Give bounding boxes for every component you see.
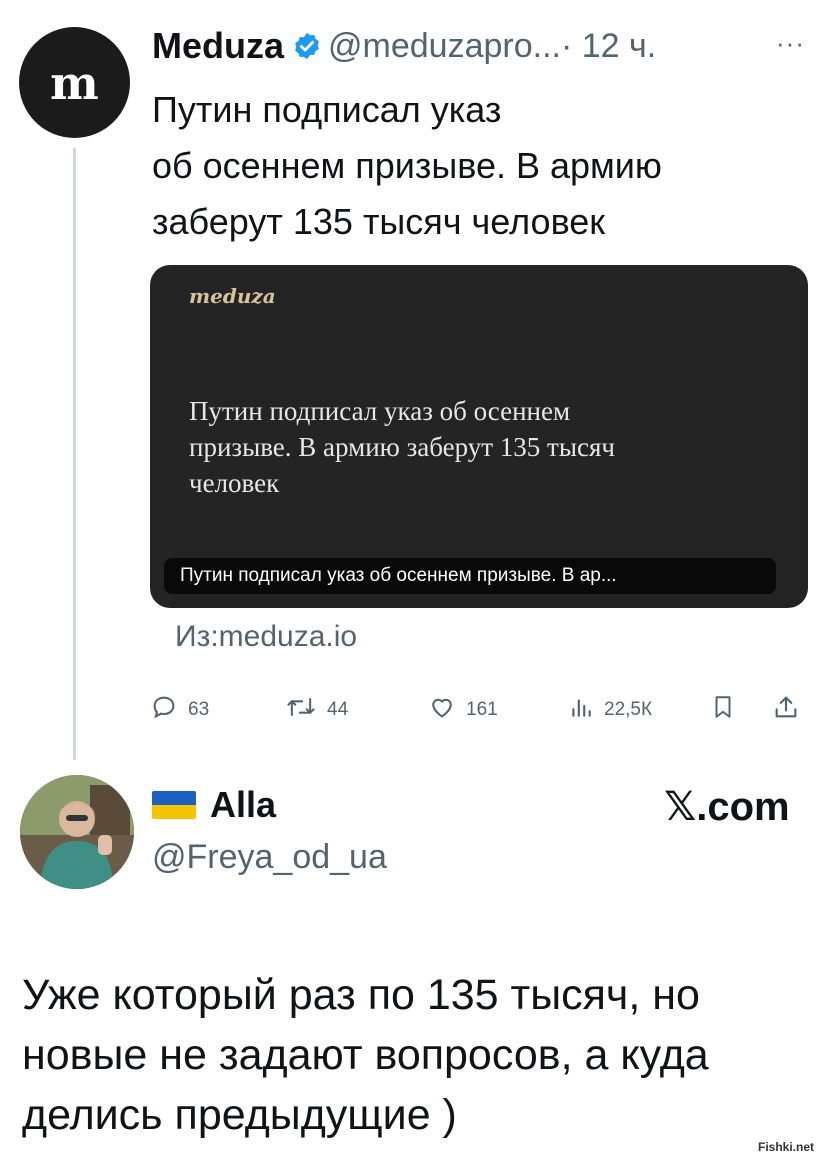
card-publisher-logo: meduza xyxy=(189,284,276,308)
card-headline-line: Путин подписал указ об осеннем xyxy=(189,396,571,426)
reply-button[interactable]: 63 xyxy=(150,690,209,730)
bar-chart-icon xyxy=(568,693,604,727)
watermark: Fishki.net xyxy=(758,1140,815,1154)
link-preview-card[interactable]: meduza Путин подписал указ об осеннем пр… xyxy=(150,265,808,608)
tweet-action-bar: 63 44 161 22,5К xyxy=(150,690,810,730)
tweet-text-line: Уже который раз по 135 тысяч, но xyxy=(22,971,700,1019)
tweet-text-line: новые не задают вопросов, а куда xyxy=(22,1031,709,1079)
bookmark-button[interactable] xyxy=(710,690,746,730)
alla-name-row: Alla xyxy=(152,784,276,826)
retweet-button[interactable]: 44 xyxy=(285,690,348,730)
card-source-link[interactable]: Из:meduza.io xyxy=(175,620,357,654)
tweet-text-line: об осеннем призыве. В армию xyxy=(152,145,662,186)
author-name[interactable]: Meduza xyxy=(152,25,284,67)
card-headline-line: человек xyxy=(189,468,280,498)
tweet-text-line: Путин подписал указ xyxy=(152,89,502,130)
share-button[interactable] xyxy=(772,690,810,730)
author-handle[interactable]: @meduzapro... xyxy=(328,27,561,66)
tweet-text-line: заберут 135 тысяч человек xyxy=(152,201,606,242)
share-icon xyxy=(772,692,810,728)
main-tweet-text: Уже который раз по 135 тысяч, но новые н… xyxy=(22,965,812,1145)
card-headline-line: призыве. В армию заберут 135 тысяч xyxy=(189,432,615,462)
author-handle[interactable]: @Freya_od_ua xyxy=(152,838,387,877)
card-caption: Путин подписал указ об осеннем призыве. … xyxy=(164,558,776,594)
reply-count: 63 xyxy=(188,699,210,720)
profile-photo-image xyxy=(20,775,134,889)
retweet-icon xyxy=(285,693,327,727)
quoted-tweet-text: Путин подписал указ об осеннем призыве. … xyxy=(152,82,792,250)
alla-avatar[interactable] xyxy=(20,775,134,889)
more-options-icon[interactable]: ··· xyxy=(776,28,805,59)
card-headline: Путин подписал указ об осеннем призыве. … xyxy=(189,393,749,501)
views-button[interactable]: 22,5К xyxy=(568,690,652,730)
x-com-logo: 𝕏.com xyxy=(664,785,790,829)
like-count: 161 xyxy=(466,699,498,720)
verified-badge-icon xyxy=(292,31,322,61)
like-button[interactable]: 161 xyxy=(428,690,498,730)
thread-connector-line xyxy=(73,148,76,760)
bookmark-icon xyxy=(710,692,746,728)
ukraine-flag-icon xyxy=(152,791,196,819)
retweet-count: 44 xyxy=(327,699,349,720)
avatar-logo-letter: m xyxy=(50,55,99,110)
views-count: 22,5К xyxy=(604,699,653,720)
heart-icon xyxy=(428,693,466,727)
quoted-tweet-header: Meduza @meduzapro... · 12 ч. xyxy=(152,24,656,68)
meduza-avatar[interactable]: m xyxy=(19,27,130,138)
reply-icon xyxy=(150,693,188,727)
tweet-time[interactable]: · 12 ч. xyxy=(561,27,656,66)
tweet-text-line: делись предыдущие ) xyxy=(22,1091,457,1139)
author-name[interactable]: Alla xyxy=(210,784,276,826)
